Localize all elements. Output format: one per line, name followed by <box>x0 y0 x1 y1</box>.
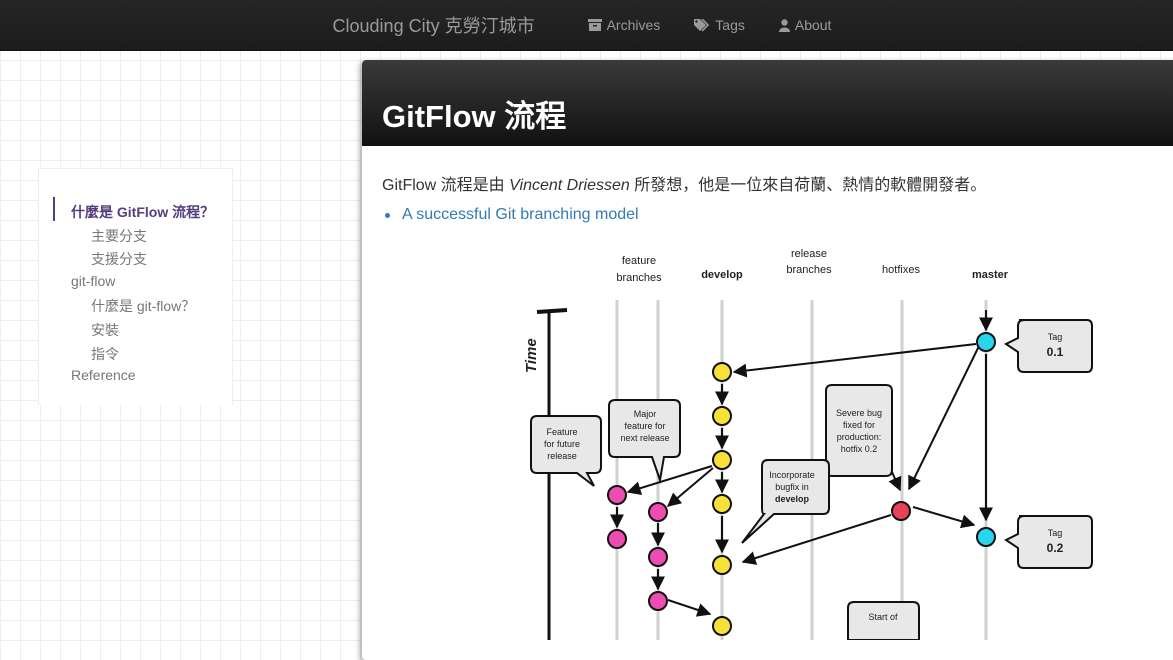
svg-text:production:: production: <box>837 432 882 442</box>
col-release-2: branches <box>786 264 832 276</box>
top-navbar: Clouding City 克勞汀城市 Archives Tags About <box>0 0 1173 51</box>
master-commit <box>976 527 996 547</box>
toc-item-reference[interactable]: Reference <box>71 367 136 383</box>
nav-archives-label: Archives <box>606 17 661 33</box>
svg-text:for future: for future <box>544 439 580 449</box>
callout-tag-02: Tag 0.2 <box>1004 515 1093 569</box>
toc-item-commands[interactable]: 指令 <box>91 344 119 364</box>
develop-commit <box>712 555 732 575</box>
develop-commit <box>712 362 732 382</box>
svg-text:feature for: feature for <box>624 421 665 431</box>
svg-text:Start of: Start of <box>868 612 898 622</box>
svg-text:release: release <box>547 451 577 461</box>
svg-text:0.2: 0.2 <box>1047 541 1064 555</box>
develop-commit <box>712 494 732 514</box>
col-develop: develop <box>701 269 743 281</box>
user-icon <box>778 18 790 32</box>
feature-commit <box>648 502 668 522</box>
svg-text:bugfix in: bugfix in <box>775 482 809 492</box>
col-release-1: release <box>791 248 827 260</box>
svg-text:next release: next release <box>620 433 669 443</box>
nav-tags-label: Tags <box>715 17 745 33</box>
develop-commit <box>712 616 732 636</box>
feature-commit <box>648 547 668 567</box>
hotfix-commit <box>891 501 911 521</box>
svg-text:Incorporate: Incorporate <box>769 470 815 480</box>
feature-commit <box>648 591 668 611</box>
callout-feature-future: Feature for future release <box>530 415 602 487</box>
time-label: Time <box>523 338 540 373</box>
table-of-contents: 什麼是 GitFlow 流程？ 主要分支 支援分支 git-flow 什麼是 g… <box>38 168 233 405</box>
toc-item-support-branches[interactable]: 支援分支 <box>91 249 147 269</box>
svg-text:Major: Major <box>634 409 657 419</box>
callout-start-of: Start of <box>847 601 920 640</box>
tags-icon <box>694 18 710 32</box>
intro-after: 所發想，他是一位來自荷蘭、熱情的軟體開發者。 <box>629 177 987 194</box>
col-master: master <box>972 269 1009 281</box>
master-commit <box>976 332 996 352</box>
develop-commit <box>712 450 732 470</box>
col-feature-2: branches <box>616 272 662 284</box>
gitflow-diagram: feature branches develop release branche… <box>523 248 1093 640</box>
feature-commit <box>607 529 627 549</box>
nav-tags[interactable]: Tags <box>694 17 745 33</box>
callout-incorporate-bugfix: Incorporate bugfix in develop <box>741 459 830 544</box>
svg-text:develop: develop <box>775 494 810 504</box>
toc-item-main-branches[interactable]: 主要分支 <box>91 226 147 246</box>
toc-item-git-flow[interactable]: git-flow <box>71 273 115 289</box>
nav-about-label: About <box>794 17 832 33</box>
col-feature-1: feature <box>622 255 656 267</box>
toc-item-what-is-git-flow[interactable]: 什麼是 git-flow？ <box>91 296 195 316</box>
callout-major-feature: Major feature for next release <box>608 399 681 484</box>
nav-about[interactable]: About <box>778 17 832 33</box>
svg-text:fixed for: fixed for <box>843 420 875 430</box>
svg-text:Tag: Tag <box>1048 528 1063 538</box>
nav-archives[interactable]: Archives <box>587 17 661 33</box>
svg-text:Tag: Tag <box>1048 332 1063 342</box>
toc-item-install[interactable]: 安裝 <box>91 320 119 340</box>
site-brand[interactable]: Clouding City 克勞汀城市 <box>333 12 535 38</box>
article-header: GitFlow 流程 <box>362 60 1173 146</box>
time-axis-cap <box>536 308 568 314</box>
feature-commit <box>607 485 627 505</box>
col-hotfixes: hotfixes <box>882 264 920 276</box>
intro-before: GitFlow 流程是由 <box>382 177 510 194</box>
callout-severe-bug: Severe bug fixed for production: hotfix … <box>825 384 893 477</box>
develop-commit <box>712 406 732 426</box>
svg-text:0.1: 0.1 <box>1047 345 1064 359</box>
toc-active-indicator <box>53 197 55 221</box>
reference-link[interactable]: A successful Git branching model <box>385 206 639 224</box>
page-title: GitFlow 流程 <box>382 99 567 134</box>
callout-tag-01: Tag 0.1 <box>1004 319 1093 373</box>
toc-item-what-is-gitflow[interactable]: 什麼是 GitFlow 流程？ <box>71 202 214 222</box>
svg-text:hotfix 0.2: hotfix 0.2 <box>841 444 878 454</box>
svg-text:Severe bug: Severe bug <box>836 408 882 418</box>
intro-paragraph: GitFlow 流程是由 Vincent Driessen 所發想，他是一位來自… <box>382 171 986 195</box>
intro-author: Vincent Driessen <box>509 177 630 194</box>
article-panel: GitFlow 流程 GitFlow 流程是由 Vincent Driessen… <box>362 60 1173 660</box>
svg-text:Feature: Feature <box>546 427 577 437</box>
archive-icon <box>587 19 602 31</box>
